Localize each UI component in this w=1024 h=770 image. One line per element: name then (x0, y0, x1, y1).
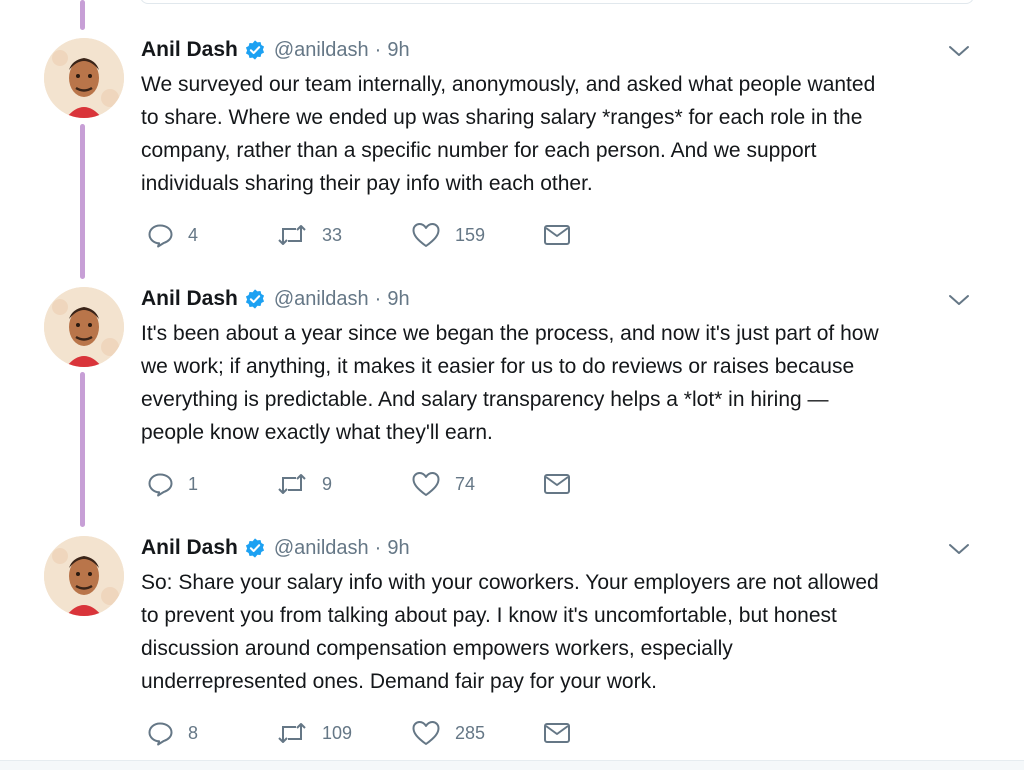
avatar-image (44, 536, 124, 616)
avatar-image (44, 287, 124, 367)
direct-message-button[interactable] (543, 718, 571, 748)
tweet[interactable]: Anil Dash @anildash · 9h It's been about… (0, 249, 1024, 498)
author-handle[interactable]: @anildash (274, 39, 369, 62)
author-name[interactable]: Anil Dash (141, 536, 238, 560)
like-count: 285 (455, 722, 486, 743)
separator-dot: · (374, 536, 382, 559)
tweet-header: Anil Dash @anildash · 9h (141, 36, 410, 64)
timestamp[interactable]: 9h (387, 39, 409, 62)
chevron-down-icon[interactable] (947, 42, 971, 60)
heart-icon (412, 472, 440, 496)
retweet-icon (278, 474, 306, 494)
like-count: 74 (455, 473, 476, 494)
reply-icon (148, 722, 173, 746)
retweet-count: 9 (322, 473, 333, 494)
direct-message-button[interactable] (543, 469, 571, 499)
reply-count: 8 (188, 722, 199, 743)
heart-icon (412, 721, 440, 745)
reply-icon (148, 473, 173, 497)
reply-count: 4 (188, 224, 199, 245)
reply-button[interactable]: 8 (146, 718, 198, 748)
verified-badge-icon (244, 288, 266, 310)
avatar[interactable] (44, 38, 124, 118)
chevron-down-icon[interactable] (947, 540, 971, 558)
next-tweet-card-edge (0, 760, 1024, 770)
like-button[interactable]: 159 (411, 220, 485, 250)
tweet-header: Anil Dash @anildash · 9h (141, 285, 410, 313)
tweet-actions: 4 33 159 (0, 220, 700, 250)
tweet-header: Anil Dash @anildash · 9h (141, 534, 410, 562)
avatar[interactable] (44, 536, 124, 616)
reply-button[interactable]: 4 (146, 220, 198, 250)
verified-badge-icon (244, 39, 266, 61)
author-handle[interactable]: @anildash (274, 288, 369, 311)
like-button[interactable]: 285 (411, 718, 485, 748)
author-handle[interactable]: @anildash (274, 537, 369, 560)
timestamp[interactable]: 9h (387, 288, 409, 311)
retweet-count: 109 (322, 722, 353, 743)
heart-icon (412, 223, 440, 247)
tweet[interactable]: Anil Dash @anildash · 9h So: Share your … (0, 498, 1024, 747)
direct-message-button[interactable] (543, 220, 571, 250)
envelope-icon (544, 723, 570, 743)
tweet-text: So: Share your salary info with your cow… (141, 571, 879, 693)
retweet-button[interactable]: 109 (276, 718, 352, 748)
retweet-button[interactable]: 33 (276, 220, 342, 250)
author-name[interactable]: Anil Dash (141, 38, 238, 62)
retweet-icon (278, 225, 306, 245)
avatar[interactable] (44, 287, 124, 367)
reply-icon (148, 224, 173, 248)
tweet-actions: 8 109 285 (0, 718, 700, 748)
envelope-icon (544, 474, 570, 494)
like-button[interactable]: 74 (411, 469, 475, 499)
tweet[interactable]: Anil Dash @anildash · 9h We surveyed our… (0, 0, 1024, 249)
tweet-text: We surveyed our team internally, anonymo… (141, 73, 876, 195)
envelope-icon (544, 225, 570, 245)
reply-count: 1 (188, 473, 199, 494)
thread-page: Anil Dash @anildash · 9h We surveyed our… (0, 0, 1024, 770)
retweet-button[interactable]: 9 (276, 469, 332, 499)
tweet-actions: 1 9 74 (0, 469, 700, 499)
chevron-down-icon[interactable] (947, 291, 971, 309)
tweet-text: It's been about a year since we began th… (141, 322, 879, 444)
like-count: 159 (455, 224, 486, 245)
timestamp[interactable]: 9h (387, 537, 409, 560)
separator-dot: · (374, 38, 382, 61)
author-name[interactable]: Anil Dash (141, 287, 238, 311)
avatar-image (44, 38, 124, 118)
retweet-count: 33 (322, 224, 343, 245)
reply-button[interactable]: 1 (146, 469, 198, 499)
retweet-icon (278, 723, 306, 743)
verified-badge-icon (244, 537, 266, 559)
separator-dot: · (374, 287, 382, 310)
